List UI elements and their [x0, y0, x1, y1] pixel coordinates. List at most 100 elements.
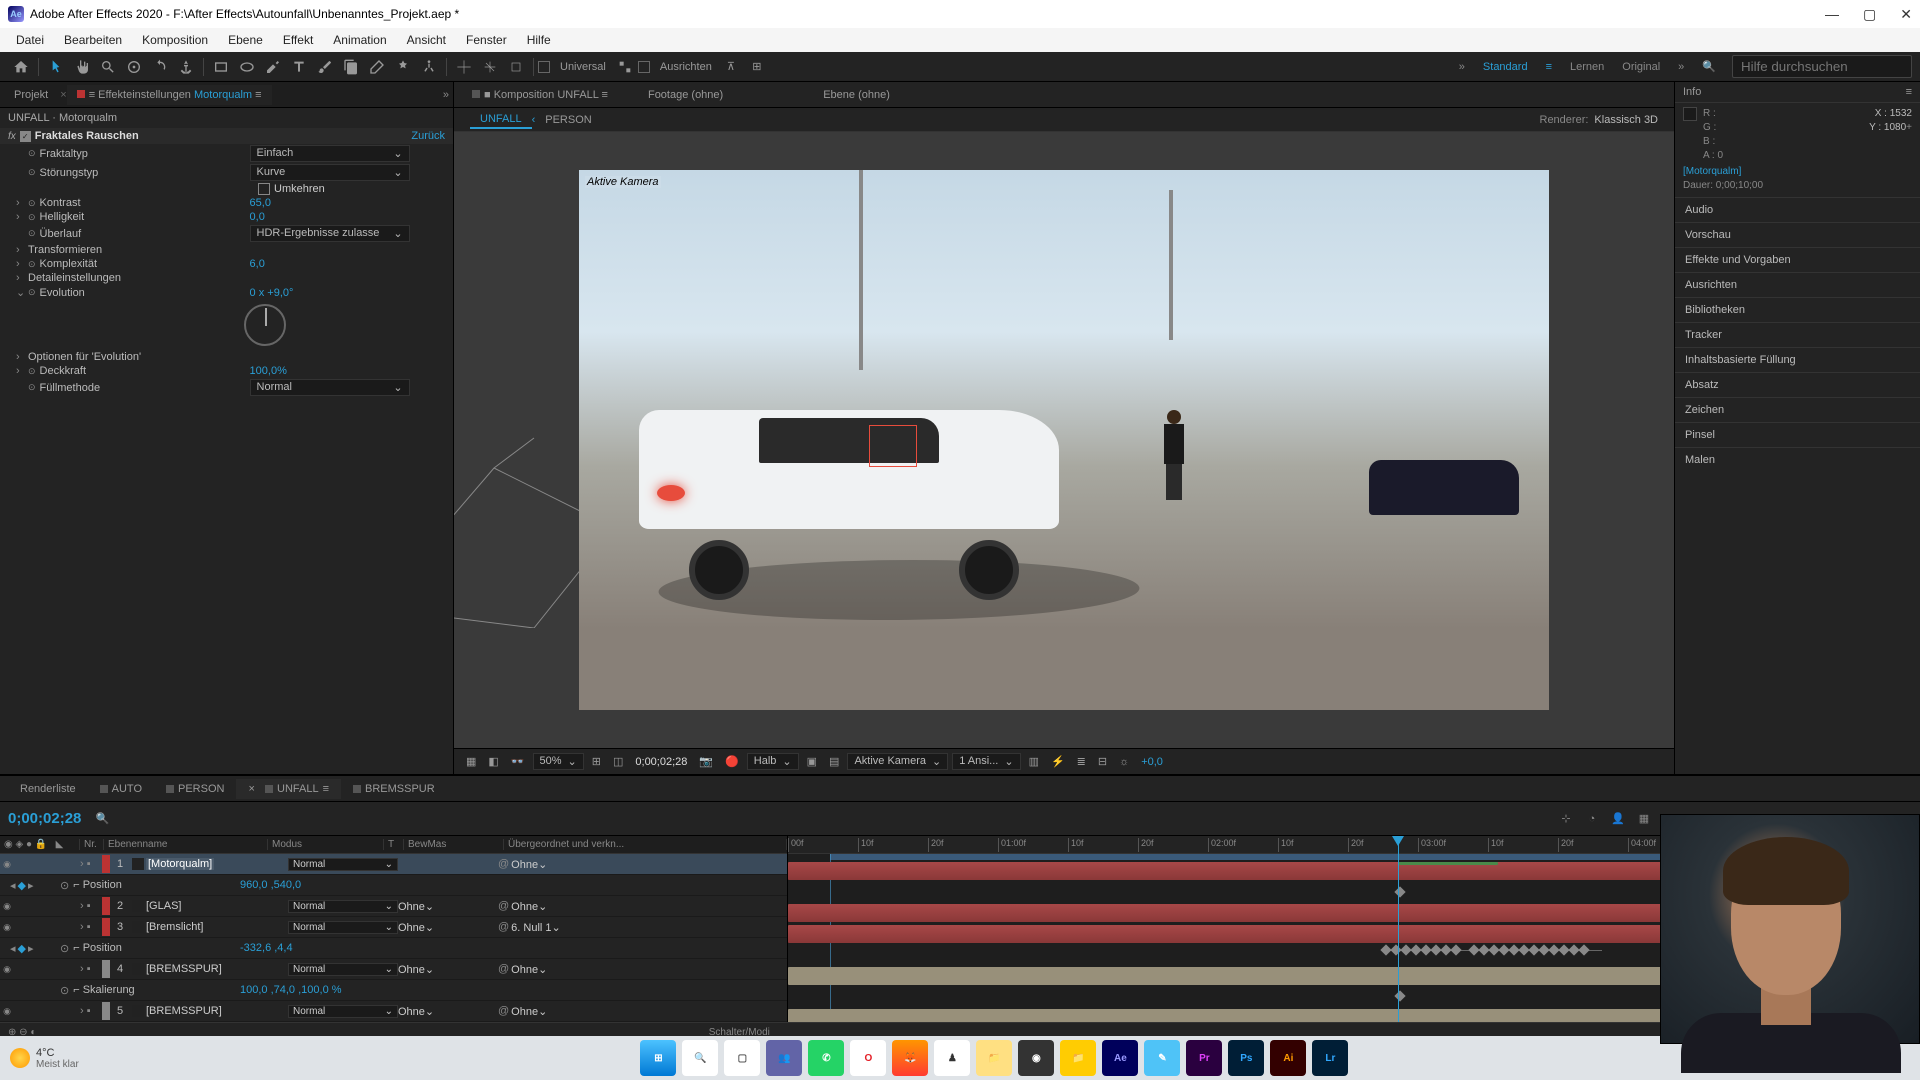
menu-bearbeiten[interactable]: Bearbeiten — [54, 33, 132, 47]
local-axis-icon[interactable] — [453, 56, 475, 78]
composition-viewer[interactable]: Aktive Kamera — [579, 170, 1549, 710]
resolution-dropdown[interactable]: Halb⌄ — [747, 753, 799, 770]
tl-tab-bremsspur[interactable]: BREMSSPUR — [341, 779, 447, 799]
workspace-standard[interactable]: Standard — [1483, 61, 1528, 73]
flowchart-icon[interactable]: ⊟ — [1094, 755, 1111, 768]
taskbar-teams[interactable]: 👥 — [766, 1040, 802, 1076]
taskbar-taskview[interactable]: ▢ — [724, 1040, 760, 1076]
layer-property-row[interactable]: ◂◆▸⊙ ⌐ Position960,0 ,540,0 — [0, 875, 787, 896]
playhead[interactable] — [1398, 836, 1399, 1022]
timecode-display[interactable]: 0;00;02;28 — [631, 756, 691, 768]
ellipse-tool[interactable] — [236, 56, 258, 78]
panel-overflow-icon[interactable]: » — [443, 89, 449, 101]
taskbar-explorer[interactable]: 📁 — [1060, 1040, 1096, 1076]
keyframe[interactable] — [1394, 990, 1405, 1001]
tl-tab-unfall[interactable]: × UNFALL ≡ — [236, 779, 341, 799]
expand-workspace-icon[interactable]: » — [1459, 61, 1465, 73]
home-icon[interactable] — [10, 56, 32, 78]
taskbar-premiere[interactable]: Pr — [1186, 1040, 1222, 1076]
workspace-original[interactable]: Original — [1622, 61, 1660, 73]
frame-blend-icon[interactable]: ▦ — [1634, 809, 1654, 829]
3d-icon[interactable]: 👓 — [507, 755, 529, 768]
prop-transformieren[interactable]: Transformieren — [28, 244, 238, 256]
rectangle-tool[interactable] — [210, 56, 232, 78]
snap-grid-icon[interactable]: ⊞ — [746, 56, 768, 78]
text-tool[interactable] — [288, 56, 310, 78]
hand-tool[interactable] — [71, 56, 93, 78]
accordion-effekte[interactable]: Effekte und Vorgaben — [1675, 247, 1920, 272]
region-icon[interactable]: ▣ — [803, 755, 821, 768]
accordion-ausrichten[interactable]: Ausrichten — [1675, 272, 1920, 297]
taskbar-opera[interactable]: O — [850, 1040, 886, 1076]
keyframe-cluster[interactable] — [1382, 946, 1602, 954]
guides-icon[interactable]: ◫ — [609, 755, 627, 768]
accordion-absatz[interactable]: Absatz — [1675, 372, 1920, 397]
layer-row[interactable]: ◉ › ▪ 2 [GLAS] Normal⌄ Ohne⌄ @Ohne⌄ — [0, 896, 787, 917]
taskbar-app1[interactable]: ♟ — [934, 1040, 970, 1076]
menu-datei[interactable]: Datei — [6, 33, 54, 47]
project-tab[interactable]: Projekt — [4, 85, 58, 105]
accordion-zeichen[interactable]: Zeichen — [1675, 397, 1920, 422]
umkehren-checkbox[interactable] — [258, 183, 270, 195]
layer-property-row[interactable]: ◂◆▸⊙ ⌐ Position-332,6 ,4,4 — [0, 938, 787, 959]
komplex-value[interactable]: 6,0 — [250, 258, 265, 270]
evolution-dial[interactable] — [244, 304, 286, 346]
taskbar-start[interactable]: ⊞ — [640, 1040, 676, 1076]
taskbar-firefox[interactable]: 🦊 — [892, 1040, 928, 1076]
accordion-pinsel[interactable]: Pinsel — [1675, 422, 1920, 447]
shy-icon[interactable]: 👤 — [1608, 809, 1628, 829]
taskbar-lightroom[interactable]: Lr — [1312, 1040, 1348, 1076]
zoom-dropdown[interactable]: 50%⌄ — [533, 753, 584, 770]
layer-property-row[interactable]: ⊙ ⌐ Skalierung100,0 ,74,0 ,100,0 % — [0, 980, 787, 1001]
effect-reset[interactable]: Zurück — [411, 130, 445, 142]
taskbar-ae[interactable]: Ae — [1102, 1040, 1138, 1076]
layer-row[interactable]: ◉ › ▪ 1 [Motorqualm] Normal⌄ @Ohne⌄ — [0, 854, 787, 875]
layer-row[interactable]: ◉ › ▪ 3 [Bremslicht] Normal⌄ Ohne⌄ @6. N… — [0, 917, 787, 938]
layer-row[interactable]: ◉ › ▪ 4 [BREMSSPUR] Normal⌄ Ohne⌄ @Ohne⌄ — [0, 959, 787, 980]
accordion-vorschau[interactable]: Vorschau — [1675, 222, 1920, 247]
close-button[interactable]: ✕ — [1900, 6, 1912, 23]
eraser-tool[interactable] — [366, 56, 388, 78]
mask-icon[interactable]: ◧ — [484, 755, 502, 768]
subtab-person[interactable]: PERSON — [535, 112, 601, 128]
timeline-icon[interactable]: ≣ — [1073, 755, 1090, 768]
draft3d-icon[interactable]: ◔ — [1582, 809, 1602, 829]
fast-preview-icon[interactable]: ⚡ — [1047, 755, 1069, 768]
alpha-icon[interactable]: ▦ — [462, 755, 480, 768]
menu-ansicht[interactable]: Ansicht — [397, 33, 456, 47]
helligkeit-value[interactable]: 0,0 — [250, 211, 265, 223]
taskbar-app2[interactable]: 📁 — [976, 1040, 1012, 1076]
effect-enable-checkbox[interactable]: ✓ — [20, 131, 31, 142]
evolution-value[interactable]: 0 x +9,0° — [250, 287, 294, 299]
taskbar-illustrator[interactable]: Ai — [1270, 1040, 1306, 1076]
comp-flowchart-icon[interactable]: ⊹ — [1556, 809, 1576, 829]
orbit-tool[interactable] — [123, 56, 145, 78]
tl-tab-auto[interactable]: AUTO — [88, 779, 154, 799]
tl-tab-renderliste[interactable]: Renderliste — [8, 779, 88, 799]
menu-animation[interactable]: Animation — [323, 33, 396, 47]
ausrichten-checkbox[interactable] — [638, 61, 650, 73]
anchor-tool[interactable] — [175, 56, 197, 78]
brush-tool[interactable] — [314, 56, 336, 78]
channel-icon[interactable]: 🔴 — [721, 755, 743, 768]
accordion-bibliotheken[interactable]: Bibliotheken — [1675, 297, 1920, 322]
selection-tool[interactable] — [45, 56, 67, 78]
taskbar-search[interactable]: 🔍 — [682, 1040, 718, 1076]
roto-tool[interactable] — [392, 56, 414, 78]
accordion-tracker[interactable]: Tracker — [1675, 322, 1920, 347]
camera-dropdown[interactable]: Aktive Kamera⌄ — [847, 753, 948, 770]
universal-checkbox[interactable] — [538, 61, 550, 73]
accordion-malen[interactable]: Malen — [1675, 447, 1920, 472]
rotate-tool[interactable] — [149, 56, 171, 78]
view-axis-icon[interactable] — [505, 56, 527, 78]
footage-tab[interactable]: Footage (ohne) — [638, 85, 733, 105]
menu-komposition[interactable]: Komposition — [132, 33, 218, 47]
ebene-tab[interactable]: Ebene (ohne) — [813, 85, 900, 105]
prop-evo-options[interactable]: Optionen für 'Evolution' — [28, 351, 238, 363]
views-dropdown[interactable]: 1 Ansi...⌄ — [952, 753, 1020, 770]
workspace-more-icon[interactable]: » — [1678, 61, 1684, 73]
tl-tab-person[interactable]: PERSON — [154, 779, 236, 799]
taskbar-photoshop[interactable]: Ps — [1228, 1040, 1264, 1076]
stoerung-dropdown[interactable]: Kurve⌄ — [250, 164, 410, 181]
timeline-search-icon[interactable]: 🔍 — [91, 808, 113, 830]
